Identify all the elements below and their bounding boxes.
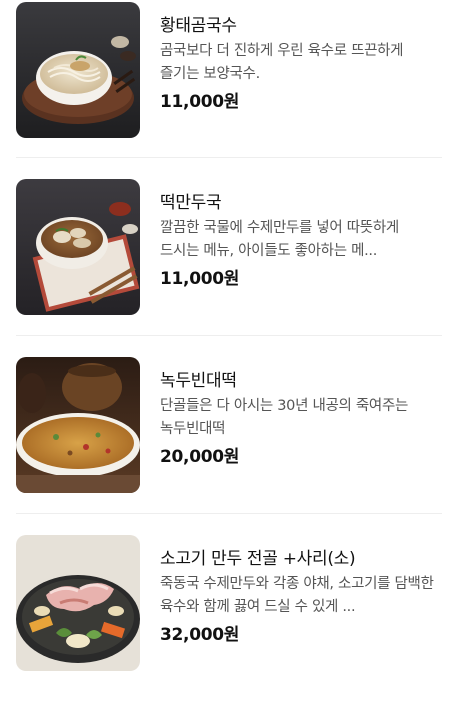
menu-item[interactable]: 소고기 만두 전골 +사리(소) 죽동국 수제만두와 각종 야채, 소고기를 담… [0,533,451,710]
menu-item-name: 소고기 만두 전골 +사리(소) [160,549,356,569]
menu-item[interactable]: 녹두빈대떡 단골들은 다 아시는 30년 내공의 죽여주는 녹두빈대떡 20,0… [0,355,451,532]
dumpling-soup-photo-icon [16,179,140,315]
menu-item[interactable]: 황태곰국수 곰국보다 더 진하게 우린 육수로 뜨끈하게 즐기는 보양국수. 1… [0,0,451,177]
menu-item-name: 떡만두국 [160,193,222,213]
menu-item-info: 녹두빈대떡 단골들은 다 아시는 30년 내공의 죽여주는 녹두빈대떡 20,0… [160,369,442,469]
menu-item-info: 소고기 만두 전골 +사리(소) 죽동국 수제만두와 각종 야채, 소고기를 담… [160,547,442,647]
menu-item-name: 황태곰국수 [160,16,237,36]
menu-item-description: 죽동국 수제만두와 각종 야채, 소고기를 담백한 육수와 함께 끓여 드실 수… [160,576,434,615]
menu-item-info: 떡만두국 깔끔한 국물에 수제만두를 넣어 따뜻하게 드시는 메뉴, 아이들도 … [160,191,442,291]
menu-item-price: 11,000원 [160,269,240,289]
menu-item-description: 깔끔한 국물에 수제만두를 넣어 따뜻하게 드시는 메뉴, 아이들도 좋아하는 … [160,220,399,259]
menu-item-price: 20,000원 [160,447,240,467]
menu-item-description: 단골들은 다 아시는 30년 내공의 죽여주는 녹두빈대떡 [160,398,409,437]
menu-list: 황태곰국수 곰국보다 더 진하게 우린 육수로 뜨끈하게 즐기는 보양국수. 1… [0,0,451,672]
noodle-soup-photo-icon [16,2,140,138]
mung-bean-pancake-photo-icon [16,357,140,493]
divider [16,513,442,514]
menu-item-price: 32,000원 [160,625,240,645]
beef-hotpot-photo-icon [16,535,140,671]
menu-item-description: 곰국보다 더 진하게 우린 육수로 뜨끈하게 즐기는 보양국수. [160,43,404,82]
divider [16,335,442,336]
menu-item[interactable]: 떡만두국 깔끔한 국물에 수제만두를 넣어 따뜻하게 드시는 메뉴, 아이들도 … [0,177,451,354]
menu-item-info: 황태곰국수 곰국보다 더 진하게 우린 육수로 뜨끈하게 즐기는 보양국수. 1… [160,14,442,114]
menu-item-name: 녹두빈대떡 [160,371,237,391]
menu-item-price: 11,000원 [160,92,240,112]
divider [16,157,442,158]
